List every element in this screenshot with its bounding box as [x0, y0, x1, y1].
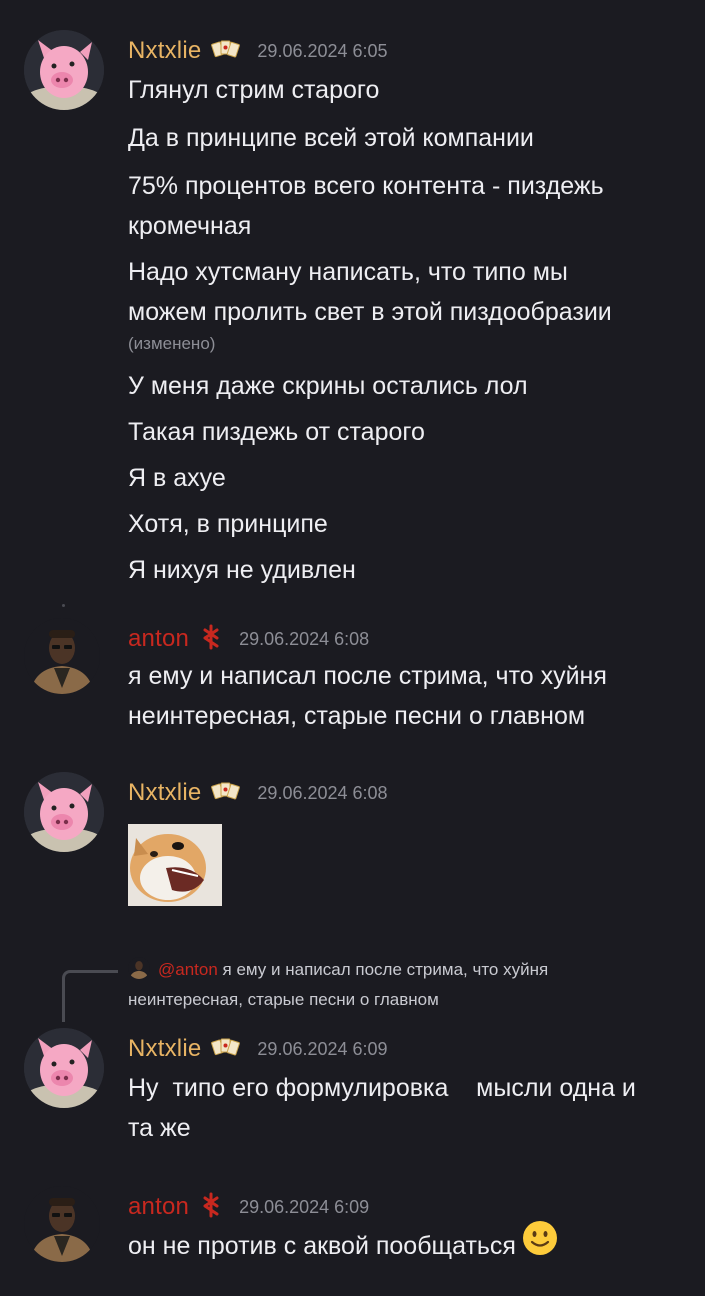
username[interactable]: Nxtxlie	[128, 37, 201, 65]
message-header: anton 29.06.2024 6:09	[128, 1192, 369, 1222]
username[interactable]: Nxtxlie	[128, 779, 201, 807]
brand-of-sacrifice-icon	[199, 1192, 223, 1223]
message-header: anton 29.06.2024 6:08	[128, 624, 369, 654]
cards-badge-icon	[211, 1037, 241, 1062]
dog-image	[128, 824, 222, 906]
username[interactable]: Nxtxlie	[128, 1035, 201, 1063]
message-line: Хотя, в принципе	[128, 510, 328, 538]
avatar-nxtxlie[interactable]	[24, 772, 104, 852]
message-header: Nxtxlie 29.06.2024 6:09	[128, 1034, 388, 1064]
message-line: Глянул стрим старого	[128, 76, 380, 104]
message-line: 75% процентов всего контента - пиздежь	[128, 172, 604, 200]
message-line: Я нихуя не удивлен	[128, 556, 356, 584]
avatar-anton[interactable]	[24, 1186, 100, 1262]
reply-mention[interactable]: @anton	[158, 960, 218, 979]
message-text: он не против с аквой пообщаться	[128, 1232, 516, 1260]
message-line: Надо хутсману написать, что типо мы	[128, 258, 568, 286]
reply-preview-line: неинтересная, старые песни о главном	[128, 990, 439, 1009]
message-line: У меня даже скрины остались лол	[128, 372, 528, 400]
dog-image-attachment[interactable]	[128, 824, 222, 906]
message-line: я ему и написал после стрима, что хуйня	[128, 662, 607, 690]
message-line: неинтересная, старые песни о главном	[128, 702, 586, 730]
username[interactable]: anton	[128, 1193, 189, 1221]
avatar-nxtxlie[interactable]	[24, 1028, 104, 1108]
timestamp: 29.06.2024 6:05	[257, 40, 388, 61]
message-header: Nxtxlie 29.06.2024 6:05	[128, 36, 388, 66]
pig-avatar-icon	[24, 1028, 104, 1108]
edited-label: (изменено)	[128, 334, 216, 353]
message-line: Такая пиздежь от старого	[128, 418, 425, 446]
message-line: он не против с аквой пообщаться	[128, 1221, 558, 1268]
pig-avatar-icon	[24, 30, 104, 110]
message-line: та же	[128, 1114, 191, 1142]
message-header: Nxtxlie 29.06.2024 6:08	[128, 778, 388, 808]
man-avatar-icon	[24, 1186, 100, 1262]
message-line: можем пролить свет в этой пиздообразии	[128, 298, 612, 326]
brand-of-sacrifice-icon	[199, 624, 223, 655]
timestamp: 29.06.2024 6:08	[239, 628, 370, 649]
message-line: Да в принципе всей этой компании	[128, 124, 534, 152]
reply-text: я ему и написал после стрима, что хуйня	[222, 960, 549, 979]
cards-badge-icon	[211, 781, 241, 806]
message-line: кромечная	[128, 212, 252, 240]
message-line: Ну типо его формулировка мысли одна и	[128, 1074, 636, 1102]
man-avatar-icon	[128, 957, 150, 979]
pig-avatar-icon	[24, 772, 104, 852]
avatar-nxtxlie[interactable]	[24, 30, 104, 110]
timestamp: 29.06.2024 6:09	[257, 1038, 388, 1059]
slightly-smiling-face-icon	[522, 1220, 558, 1268]
divider-dot	[62, 604, 65, 607]
reply-avatar	[128, 957, 150, 979]
username[interactable]: anton	[128, 625, 189, 653]
reply-preview-line[interactable]: @anton я ему и написал после стрима, что…	[158, 960, 548, 980]
cards-badge-icon	[211, 39, 241, 64]
man-avatar-icon	[24, 618, 100, 694]
timestamp: 29.06.2024 6:09	[239, 1196, 370, 1217]
avatar-anton[interactable]	[24, 618, 100, 694]
message-line: Я в ахуе	[128, 464, 226, 492]
reply-connector	[62, 970, 118, 1022]
timestamp: 29.06.2024 6:08	[257, 782, 388, 803]
